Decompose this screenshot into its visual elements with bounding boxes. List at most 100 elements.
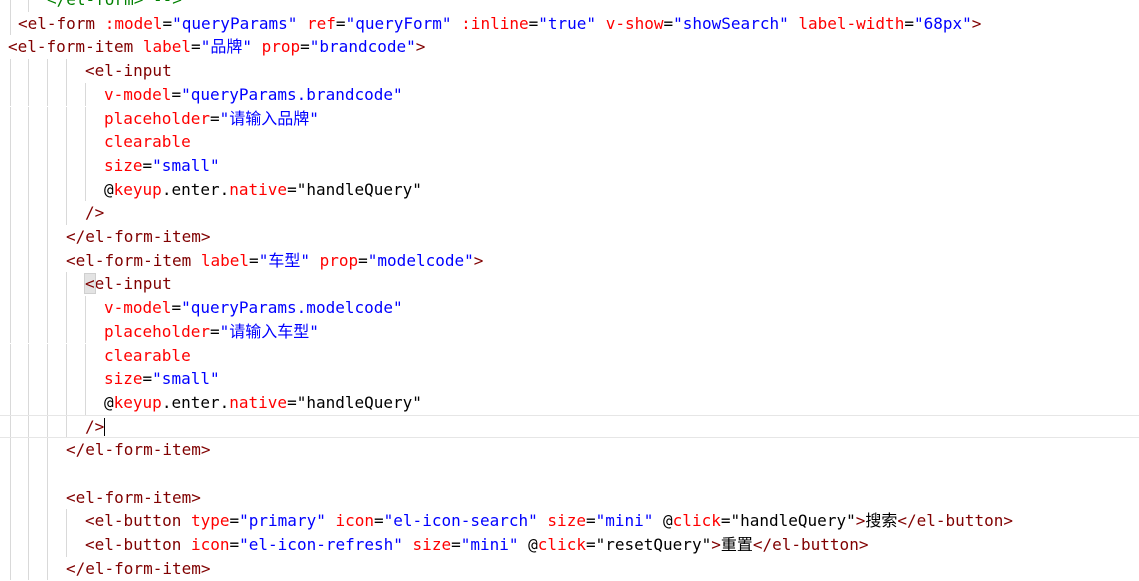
indent-guide xyxy=(28,533,29,557)
code-line[interactable]: <el-form-item> xyxy=(0,485,1139,510)
token-plain: = xyxy=(287,392,297,412)
indent-guide xyxy=(28,153,29,178)
token-val: "queryParams.brandcode" xyxy=(181,84,403,104)
code-line[interactable]: clearable xyxy=(0,343,1139,368)
code-line[interactable] xyxy=(0,462,1139,486)
code-line[interactable]: v-model="queryParams.modelcode" xyxy=(0,296,1139,320)
indent-guide xyxy=(66,296,67,320)
code-line[interactable]: </el-form-item> xyxy=(0,225,1139,249)
indent-guide xyxy=(10,177,11,202)
token-plain: = xyxy=(585,511,596,531)
code-text: <el-form-item label="品牌" prop="brandcode… xyxy=(8,35,425,59)
indent-guide xyxy=(47,225,48,249)
code-line[interactable]: placeholder="请输入车型" xyxy=(0,319,1139,344)
token-plain: = xyxy=(335,13,346,33)
token-plain: = xyxy=(162,13,173,33)
indent-guide xyxy=(10,462,11,486)
code-line[interactable]: <el-form-item label="品牌" prop="brandcode… xyxy=(0,35,1139,59)
token-tag: <el-button xyxy=(85,535,182,555)
token-tag: > xyxy=(473,250,484,270)
code-line[interactable]: v-model="queryParams.brandcode" xyxy=(0,82,1139,107)
token-tag: </el-form-item> xyxy=(66,227,211,246)
code-line[interactable]: <el-form :model="queryParams" ref="query… xyxy=(0,11,1139,36)
token-attr: native xyxy=(229,392,288,412)
code-line[interactable]: @keyup.enter.native="handleQuery" xyxy=(0,390,1139,415)
token-plain: . xyxy=(219,392,230,412)
code-line[interactable]: </el-form> --> xyxy=(0,0,1139,12)
code-line[interactable]: <el-button type="primary" icon="el-icon-… xyxy=(0,509,1139,534)
token-plain: = xyxy=(209,321,220,341)
indent-guide xyxy=(10,533,11,557)
token-val: "small" xyxy=(152,155,220,175)
token-attr: type xyxy=(190,511,230,531)
code-line[interactable]: <el-form-item label="车型" prop="modelcode… xyxy=(0,248,1139,273)
indent-guide xyxy=(10,343,11,368)
token-attr: v-show xyxy=(605,13,664,33)
code-line[interactable]: /> xyxy=(0,201,1139,225)
indent-guide xyxy=(47,272,48,297)
indent-guide xyxy=(10,438,11,462)
indent-guide xyxy=(28,462,29,486)
code-line[interactable]: /> xyxy=(0,414,1139,439)
token-attr: label xyxy=(200,250,250,270)
code-line[interactable]: @keyup.enter.native="handleQuery" xyxy=(0,177,1139,202)
indent-guide xyxy=(47,533,48,557)
token-attr: click xyxy=(537,535,586,555)
indent-guide xyxy=(85,319,86,344)
indent-guide xyxy=(10,272,11,297)
code-text: placeholder="请输入品牌" xyxy=(104,107,319,131)
token-plain: enter xyxy=(171,179,220,199)
token-plain: = xyxy=(904,13,914,33)
indent-guide xyxy=(10,82,11,107)
code-text: <el-form :model="queryParams" ref="query… xyxy=(18,12,981,36)
token-val: "el-icon-refresh" xyxy=(239,535,403,555)
token-attr: native xyxy=(229,179,288,199)
indent-guide xyxy=(10,153,11,178)
token-attr: placeholder xyxy=(104,321,210,341)
code-line[interactable]: size="small" xyxy=(0,367,1139,391)
code-text: v-model="queryParams.brandcode" xyxy=(104,83,403,107)
code-line[interactable]: <el-input xyxy=(0,59,1139,83)
code-line[interactable]: <el-button icon="el-icon-refresh" size="… xyxy=(0,533,1139,557)
token-tag: / xyxy=(85,416,95,436)
token-tag: > xyxy=(855,511,866,531)
token-val: "mini" xyxy=(460,535,519,555)
code-line[interactable]: placeholder="请输入品牌" xyxy=(0,106,1139,131)
indent-guide xyxy=(28,296,29,320)
token-attr: keyup xyxy=(113,392,162,412)
token-tag: > xyxy=(711,535,721,555)
code-line[interactable]: </el-form-item> xyxy=(0,438,1139,462)
indent-guide xyxy=(28,248,29,273)
token-plain: "handleQuery" xyxy=(730,511,856,531)
indent-guide xyxy=(10,509,11,534)
token-tag: <el-button xyxy=(85,511,182,531)
indent-guide xyxy=(85,130,86,154)
token-val: "queryForm" xyxy=(345,13,452,33)
indent-guide xyxy=(66,177,67,202)
indent-guide xyxy=(28,390,29,415)
indent-guide xyxy=(10,319,11,344)
indent-guide xyxy=(47,296,48,320)
token-attr: size xyxy=(547,511,586,531)
token-plain: "resetQuery" xyxy=(595,535,712,555)
indent-guide xyxy=(66,390,67,415)
code-line[interactable]: clearable xyxy=(0,130,1139,154)
token-attr: label xyxy=(142,37,192,57)
token-attr: clearable xyxy=(104,132,191,152)
code-editor[interactable]: </el-form> --><el-form :model="queryPara… xyxy=(0,0,1139,581)
code-text: <el-input xyxy=(84,272,172,296)
indent-guide xyxy=(10,11,11,36)
indent-guide xyxy=(10,390,11,415)
token-plain: 重置 xyxy=(720,535,753,555)
token-val: "primary" xyxy=(239,511,326,531)
code-line[interactable]: <el-input xyxy=(0,272,1139,297)
indent-guide xyxy=(10,296,11,320)
code-line[interactable]: size="small" xyxy=(0,153,1139,178)
indent-guide xyxy=(10,225,11,249)
